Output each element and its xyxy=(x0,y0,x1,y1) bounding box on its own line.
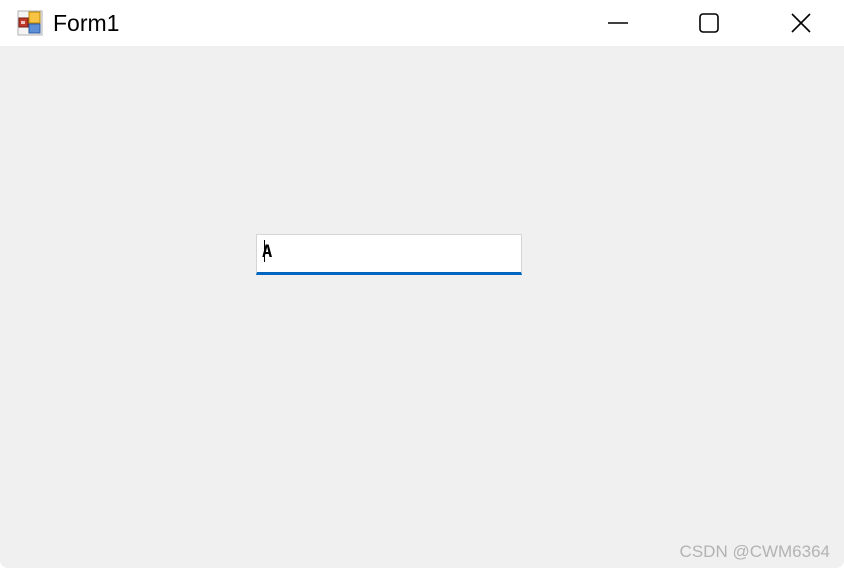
maximize-button[interactable] xyxy=(664,0,754,46)
title-bar[interactable]: Form1 xyxy=(0,0,844,46)
text-input[interactable]: A xyxy=(256,234,522,275)
close-icon xyxy=(791,13,811,33)
text-caret xyxy=(264,240,265,262)
close-button[interactable] xyxy=(756,0,844,46)
watermark: CSDN @CWM6364 xyxy=(679,542,830,561)
maximize-icon xyxy=(699,13,719,33)
minimize-button[interactable] xyxy=(573,0,663,46)
minimize-icon xyxy=(608,22,628,24)
winforms-app-icon xyxy=(17,10,43,36)
form-client-area xyxy=(0,54,844,568)
window-title: Form1 xyxy=(53,10,120,36)
app-window: Form1 A CSDN @CWM6364 xyxy=(0,0,844,568)
